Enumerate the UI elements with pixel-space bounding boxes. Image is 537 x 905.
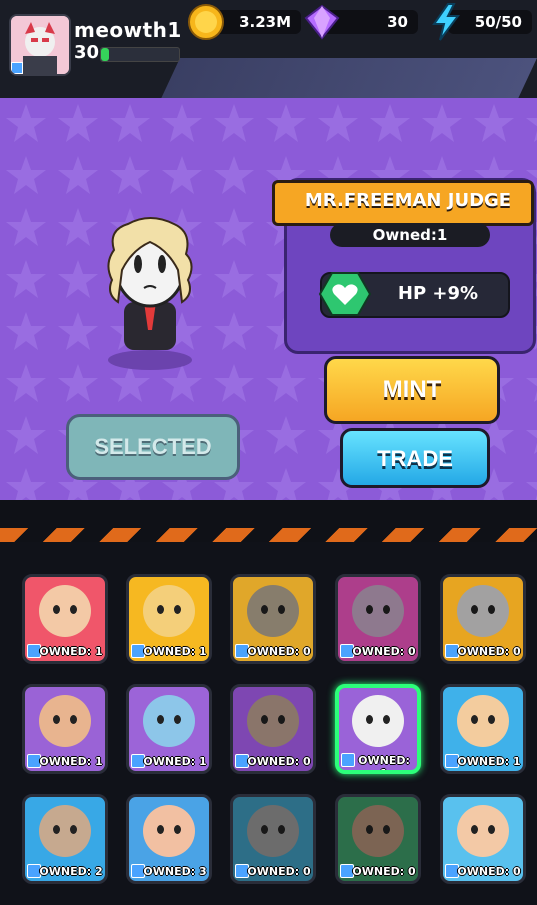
face-eye	[70, 604, 77, 614]
roster-tile[interactable]: OWNED: 0	[440, 794, 526, 884]
character-face	[457, 584, 509, 637]
face-eye	[157, 824, 164, 834]
face-eye	[366, 714, 373, 724]
tile-owned-count: OWNED: 1	[358, 754, 410, 774]
tile-owned-count: OWNED: 0	[352, 865, 416, 878]
face-eye	[278, 824, 285, 834]
roster-tile[interactable]: OWNED: 1	[22, 684, 108, 774]
tile-owned-count: OWNED: 0	[457, 865, 521, 878]
face-eye	[471, 824, 478, 834]
character-face	[247, 584, 299, 637]
face-eye	[157, 604, 164, 614]
roster-tile[interactable]: OWNED: 0	[230, 574, 316, 664]
xp-bar	[100, 47, 180, 62]
player-avatar[interactable]	[9, 14, 71, 76]
face-eye	[53, 824, 60, 834]
character-roster: OWNED: 1 OWNED: 1 OWNED: 0 OWNED: 0 OWNED: 0…	[0, 542, 537, 905]
character-name: MR.FREEMAN JUDGE	[304, 190, 512, 211]
player-level: 30	[74, 42, 100, 63]
tile-owned-count: OWNED: 1	[457, 755, 521, 768]
character-face	[39, 694, 91, 747]
avatar-badge	[11, 62, 23, 74]
coins-value: 3.23M	[239, 13, 291, 31]
character-face	[247, 694, 299, 747]
face-eye	[366, 824, 373, 834]
character-face	[39, 584, 91, 637]
tile-owned-count: OWNED: 0	[247, 865, 311, 878]
trade-button[interactable]: TRADE	[340, 428, 490, 488]
character-preview[interactable]	[88, 210, 218, 370]
face-eye	[471, 714, 478, 724]
face-eye	[53, 714, 60, 724]
character-face	[457, 804, 509, 857]
character-face	[143, 584, 195, 637]
face-eye	[261, 824, 268, 834]
hud-decoration	[161, 58, 537, 98]
roster-tile[interactable]: OWNED: 3	[126, 794, 212, 884]
tile-owned-count: OWNED: 1	[143, 755, 207, 768]
mint-button[interactable]: MINT	[324, 356, 500, 424]
face-eye	[261, 714, 268, 724]
face-eye	[70, 714, 77, 724]
face-eye	[278, 604, 285, 614]
owned-count: Owned:1	[330, 223, 490, 247]
tile-owned-count: OWNED: 3	[143, 865, 207, 878]
face-eye	[174, 604, 181, 614]
roster-tile[interactable]: OWNED: 1	[126, 684, 212, 774]
roster-tile[interactable]: OWNED: 0	[230, 794, 316, 884]
face-eye	[157, 714, 164, 724]
gem-icon	[304, 4, 340, 40]
character-face	[457, 694, 509, 747]
character-face	[247, 804, 299, 857]
heart-icon	[318, 272, 372, 316]
roster-tile[interactable]: OWNED: 2	[22, 794, 108, 884]
face-eye	[488, 824, 495, 834]
hazard-stripe	[0, 528, 537, 542]
roster-tile[interactable]: OWNED: 1	[126, 574, 212, 664]
lightning-icon	[432, 3, 460, 41]
face-eye	[53, 604, 60, 614]
face-eye	[174, 714, 181, 724]
roster-tile[interactable]: OWNED: 0	[440, 574, 526, 664]
character-face	[352, 694, 404, 747]
tile-owned-count: OWNED: 2	[39, 865, 103, 878]
hp-buff-value: HP +9%	[397, 283, 479, 304]
gems-value: 30	[387, 13, 408, 31]
energy-value: 50/50	[474, 13, 522, 31]
xp-fill	[101, 48, 109, 61]
face-eye	[278, 714, 285, 724]
selected-button[interactable]: SELECTED	[66, 414, 240, 480]
face-eye	[488, 714, 495, 724]
roster-tile[interactable]: OWNED: 0	[335, 574, 421, 664]
hazard-divider	[0, 500, 537, 542]
character-face	[143, 804, 195, 857]
face-eye	[261, 604, 268, 614]
character-face	[39, 804, 91, 857]
roster-tile[interactable]: OWNED: 1	[335, 684, 421, 774]
roster-tile[interactable]: OWNED: 0	[230, 684, 316, 774]
face-eye	[488, 604, 495, 614]
character-face	[352, 804, 404, 857]
coin-icon	[188, 4, 224, 40]
tile-owned-count: OWNED: 0	[247, 755, 311, 768]
roster-tile[interactable]: OWNED: 1	[440, 684, 526, 774]
face-eye	[383, 824, 390, 834]
tile-owned-count: OWNED: 1	[143, 645, 207, 658]
tile-owned-count: OWNED: 1	[39, 755, 103, 768]
face-eye	[383, 604, 390, 614]
tile-owned-count: OWNED: 0	[247, 645, 311, 658]
character-face	[143, 694, 195, 747]
player-name: meowth1	[74, 18, 182, 42]
face-eye	[471, 604, 478, 614]
roster-tile[interactable]: OWNED: 1	[22, 574, 108, 664]
face-eye	[174, 824, 181, 834]
face-eye	[70, 824, 77, 834]
face-eye	[383, 714, 390, 724]
tile-owned-count: OWNED: 1	[39, 645, 103, 658]
tile-owned-count: OWNED: 0	[457, 645, 521, 658]
tile-owned-count: OWNED: 0	[352, 645, 416, 658]
roster-tile[interactable]: OWNED: 0	[335, 794, 421, 884]
character-face	[352, 584, 404, 637]
face-eye	[366, 604, 373, 614]
